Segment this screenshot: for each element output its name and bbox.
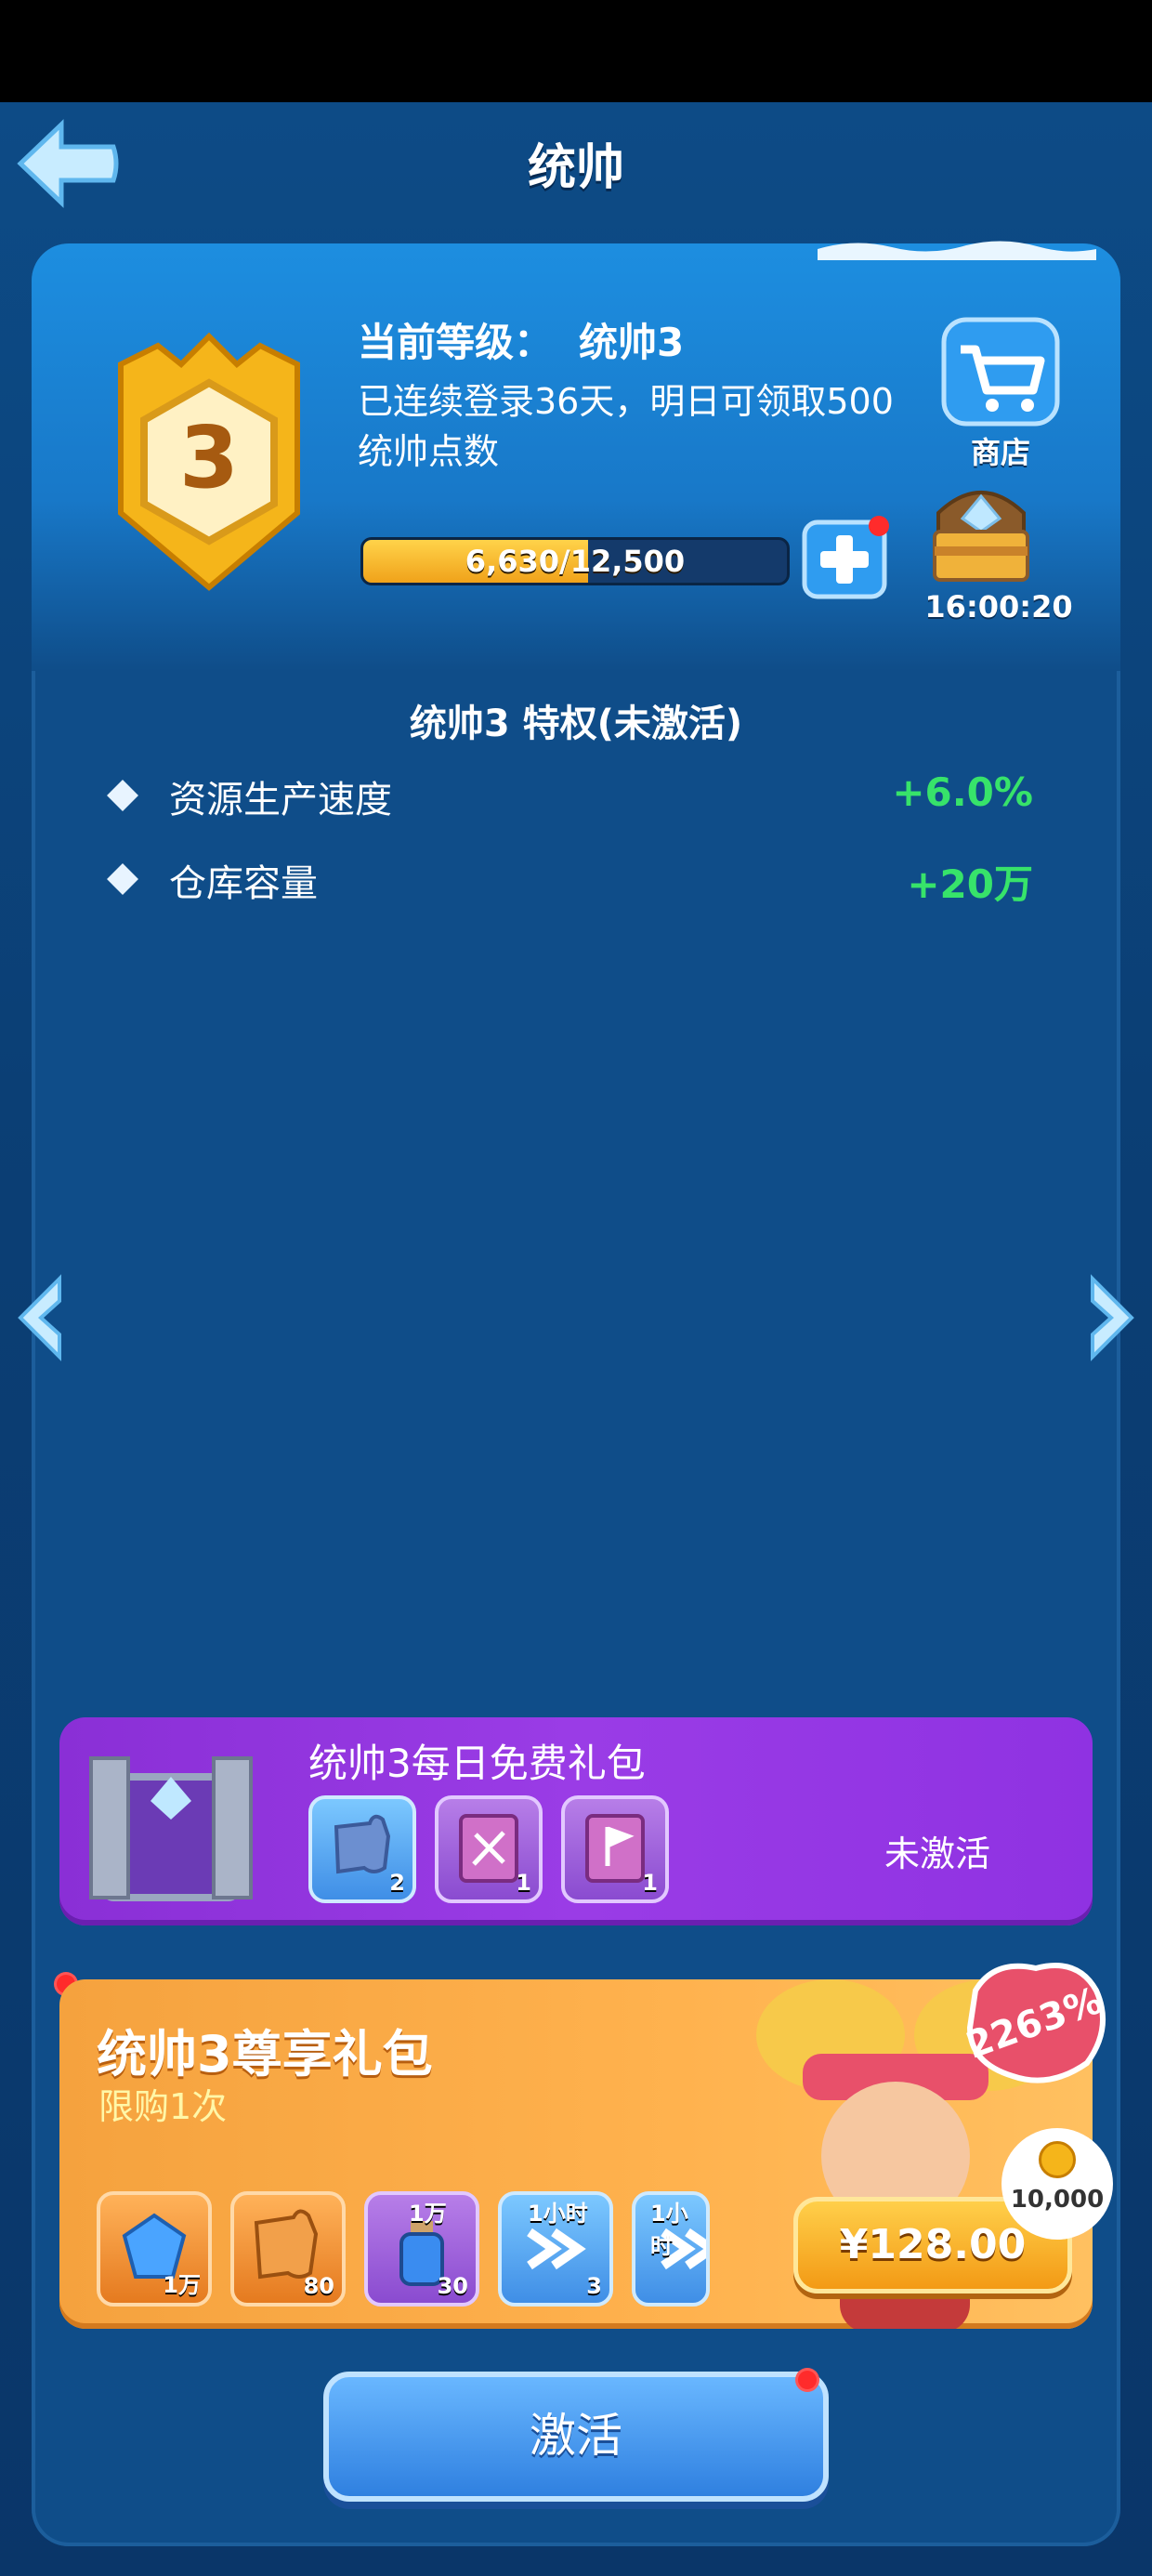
free-pack-status: 未激活: [884, 1833, 990, 1874]
level-badge-icon: 3: [118, 332, 300, 591]
pack-item[interactable]: 1万 30: [364, 2191, 479, 2307]
purchase-limit: 限购1次: [98, 2086, 228, 2127]
activate-label: 激活: [530, 2409, 622, 2463]
pack-item[interactable]: 1小时 3: [498, 2191, 613, 2307]
item-quantity: 1万: [163, 2272, 201, 2298]
privilege-row: 仓库容量 +20万: [104, 849, 1033, 907]
pack-item[interactable]: 80: [230, 2191, 346, 2307]
item-quantity: 30: [437, 2273, 468, 2299]
badge-number: 3: [179, 408, 239, 507]
page-title: 统帅: [527, 140, 624, 196]
status-bar: [0, 0, 1152, 102]
castle-chest-icon: [89, 1756, 253, 1901]
login-streak-text: 已连续登录36天，明日可领取500统帅点数: [358, 381, 894, 472]
item-top-label: 1小时: [528, 2201, 588, 2227]
pack-item[interactable]: 2: [308, 1795, 416, 1903]
pack-item[interactable]: 1: [435, 1795, 543, 1903]
free-pack-title: 统帅3每日免费礼包: [308, 1741, 646, 1786]
privileges-title: 统帅3 特权(未激活): [409, 703, 743, 745]
treasure-chest-icon[interactable]: [925, 478, 1037, 587]
item-quantity: 1: [642, 1870, 658, 1896]
privilege-value: +6.0%: [892, 769, 1033, 815]
coin-icon: [1039, 2141, 1076, 2178]
pack-item[interactable]: 1小时: [632, 2191, 710, 2307]
pack-item[interactable]: 1万: [97, 2191, 212, 2307]
item-top-label: 1万: [409, 2201, 447, 2227]
next-level-arrow-icon[interactable]: [1081, 1273, 1139, 1362]
bullet-diamond-icon: [107, 780, 138, 811]
bonus-coins-value: 10,000: [1010, 2186, 1105, 2214]
item-quantity: 80: [303, 2273, 334, 2299]
daily-free-pack[interactable]: 统帅3每日免费礼包 2 1 1 未激活: [59, 1717, 1093, 1925]
progress-text: 6,630/12,500: [465, 544, 686, 579]
item-quantity: 1: [516, 1870, 531, 1896]
activate-button[interactable]: 激活: [323, 2372, 829, 2502]
privilege-name: 资源生产速度: [169, 779, 392, 821]
privilege-row: 资源生产速度 +6.0%: [104, 766, 1033, 821]
bullet-diamond-icon: [107, 863, 138, 895]
privilege-value: +20万: [907, 861, 1033, 907]
exclusive-pack[interactable]: 统帅3尊享礼包 限购1次 1万 80 1万 30 1小时 3 1小时 ¥128.…: [59, 1979, 1093, 2329]
exclusive-pack-title: 统帅3尊享礼包: [97, 2025, 433, 2083]
add-points-button[interactable]: [801, 515, 892, 600]
shop-label: 商店: [970, 435, 1030, 470]
current-level: 当前等级： 统帅3: [358, 311, 710, 368]
prev-level-arrow-icon[interactable]: [13, 1273, 71, 1362]
discount-badge: 2263%: [961, 1963, 1107, 2083]
level-value: 统帅3: [579, 320, 685, 365]
level-label: 当前等级：: [358, 320, 554, 365]
pack-item[interactable]: 1: [561, 1795, 669, 1903]
privilege-name: 仓库容量: [169, 862, 318, 905]
chest-timer: 16:00:20: [924, 589, 1073, 624]
bonus-coins-bubble: 10,000: [1001, 2128, 1113, 2240]
item-quantity: 2: [389, 1870, 405, 1896]
notification-dot: [795, 2368, 819, 2392]
level-progress-bar: 6,630/12,500: [360, 537, 790, 585]
shop-cart-icon[interactable]: [940, 316, 1061, 427]
item-quantity: 3: [586, 2273, 602, 2299]
snow-decoration: [818, 241, 1096, 260]
item-top-label: 1小时: [650, 2201, 688, 2259]
